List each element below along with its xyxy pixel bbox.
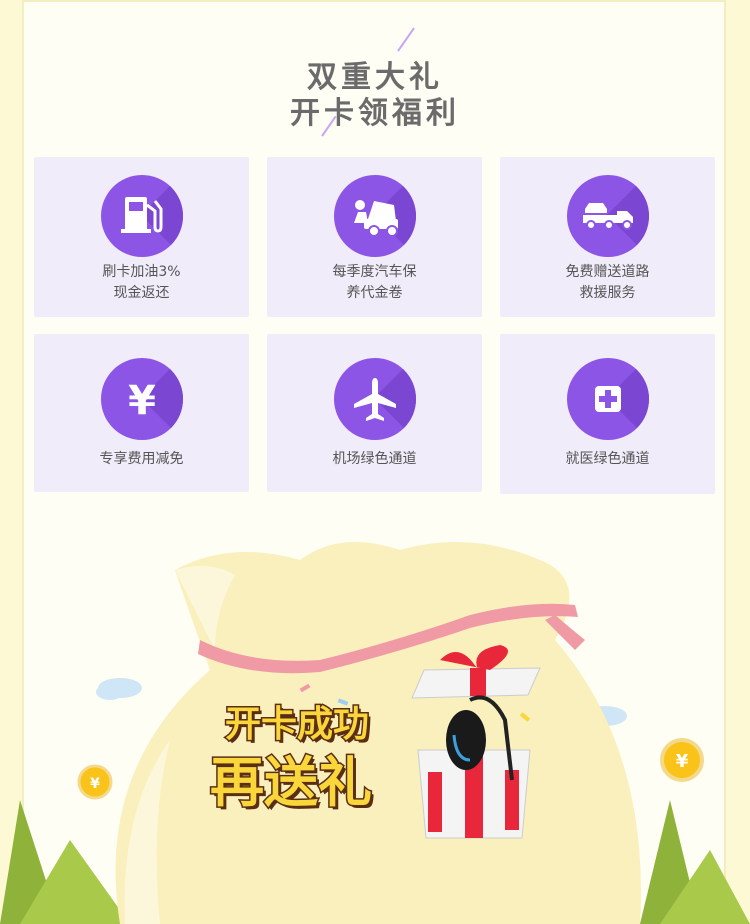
benefit-label: 现金返还 bbox=[113, 285, 170, 301]
coin-icon: ¥ bbox=[77, 764, 113, 800]
benefit-card-car-maintenance[interactable]: 每季度汽车保 养代金卷 bbox=[267, 157, 482, 317]
benefit-card-fuel[interactable]: 刷卡加油3% 现金返还 bbox=[34, 157, 249, 317]
benefit-label: 养代金卷 bbox=[346, 285, 403, 301]
svg-text:¥: ¥ bbox=[676, 751, 689, 772]
car-repair-icon bbox=[334, 175, 416, 257]
page-title-line2: 开卡领福利 bbox=[290, 96, 460, 131]
yen-icon: ¥ bbox=[101, 358, 183, 440]
benefit-label: 刷卡加油3% bbox=[102, 264, 181, 280]
benefit-card-airport[interactable]: 机场绿色通道 bbox=[267, 334, 482, 492]
medical-cross-icon bbox=[567, 358, 649, 440]
promo-line2: 再送礼 bbox=[209, 750, 374, 816]
benefit-card-medical[interactable]: 就医绿色通道 bbox=[500, 334, 715, 494]
benefit-card-fee-waiver[interactable]: ¥ 专享费用减免 bbox=[34, 334, 249, 492]
coin-icon: ¥ bbox=[660, 738, 704, 782]
benefit-label: 专享费用减免 bbox=[99, 451, 184, 467]
svg-text:¥: ¥ bbox=[128, 378, 156, 424]
airplane-icon bbox=[334, 358, 416, 440]
benefit-label: 救援服务 bbox=[579, 285, 636, 301]
benefit-label: 每季度汽车保 bbox=[332, 264, 417, 280]
fuel-pump-icon bbox=[101, 175, 183, 257]
tow-truck-icon bbox=[567, 175, 649, 257]
svg-text:¥: ¥ bbox=[90, 776, 100, 792]
benefit-label: 免费赠送道路 bbox=[565, 264, 650, 280]
benefit-label: 就医绿色通道 bbox=[565, 451, 650, 467]
gift-bag-illustration: ¥ ¥ bbox=[0, 542, 750, 924]
benefit-card-road-rescue[interactable]: 免费赠送道路 救援服务 bbox=[500, 157, 715, 317]
benefit-label: 机场绿色通道 bbox=[332, 451, 417, 467]
